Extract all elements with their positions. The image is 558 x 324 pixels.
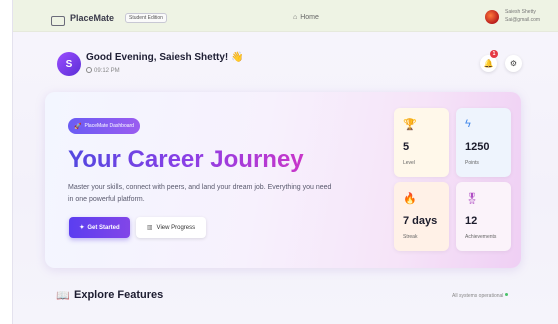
stat-value: 7 days <box>403 215 438 227</box>
nav-home-label: Home <box>300 14 319 21</box>
stat-card-points[interactable]: ϟ 1250 Points <box>456 108 511 177</box>
flame-icon: 🔥 <box>403 193 417 205</box>
settings-button[interactable]: ⚙ <box>505 55 522 72</box>
gear-icon: ⚙ <box>509 59 518 68</box>
stat-value: 5 <box>403 141 410 153</box>
top-navbar: PlaceMate Student Edition ⌂ Home Saiesh S… <box>13 0 558 32</box>
graduation-cap-icon <box>51 16 65 26</box>
bolt-icon: ϟ <box>465 118 471 130</box>
home-icon: ⌂ <box>293 14 298 21</box>
view-progress-label: View Progress <box>156 224 196 231</box>
hero-title: Your Career Journey <box>68 146 304 173</box>
greeting-text: Good Evening, Saiesh Shetty! <box>86 52 229 63</box>
trophy-icon: 🏆 <box>403 119 417 131</box>
stat-card-achievements[interactable]: 🎖 12 Achievements <box>456 182 511 251</box>
stat-card-streak[interactable]: 🔥 7 days Streak <box>394 182 449 251</box>
greeting-avatar: S <box>57 52 81 76</box>
stat-value: 12 <box>465 215 478 227</box>
greeting-time: 09:12 PM <box>86 67 120 74</box>
view-progress-button[interactable]: ▥ View Progress <box>136 217 206 238</box>
get-started-label: Get Started <box>87 224 120 231</box>
bell-icon: 🔔 <box>483 59 494 68</box>
stat-label: Streak <box>403 234 418 240</box>
user-email: Sai@gmail.com <box>505 17 541 23</box>
hero-badge-label: PlaceMate Dashboard <box>84 123 134 129</box>
hero-description: Master your skills, connect with peers, … <box>68 184 332 203</box>
status-dot <box>505 293 509 296</box>
nav-home-link[interactable]: ⌂ Home <box>293 14 319 21</box>
stat-label: Points <box>465 160 479 166</box>
sparkle-icon: ✦ <box>79 225 85 231</box>
system-status: All systems operational <box>452 293 509 299</box>
wave-icon: 👋 <box>231 52 244 63</box>
clock-icon <box>86 67 92 73</box>
stat-card-level[interactable]: 🏆 5 Level <box>394 108 449 177</box>
brand-name[interactable]: PlaceMate <box>70 13 114 23</box>
user-name: Saiesh Shetty <box>505 9 536 15</box>
stat-label: Level <box>403 160 415 166</box>
hero-badge: 🚀 PlaceMate Dashboard <box>68 118 140 134</box>
book-open-icon: 📖 <box>56 290 70 302</box>
stat-value: 1250 <box>465 141 490 153</box>
explore-features-title: Explore Features <box>74 289 164 301</box>
brand-badge: Student Edition <box>125 13 167 23</box>
get-started-button[interactable]: ✦ Get Started <box>69 217 130 238</box>
stat-label: Achievements <box>465 234 497 240</box>
system-status-text: All systems operational <box>452 293 504 299</box>
bar-chart-icon: ▥ <box>146 225 153 231</box>
notification-count-badge: 1 <box>490 50 498 58</box>
rocket-icon: 🚀 <box>74 123 82 130</box>
greeting-title: Good Evening, Saiesh Shetty! 👋 <box>86 52 243 63</box>
award-icon: 🎖 <box>465 193 479 205</box>
time-text: 09:12 PM <box>94 68 120 74</box>
user-avatar[interactable] <box>485 10 499 24</box>
